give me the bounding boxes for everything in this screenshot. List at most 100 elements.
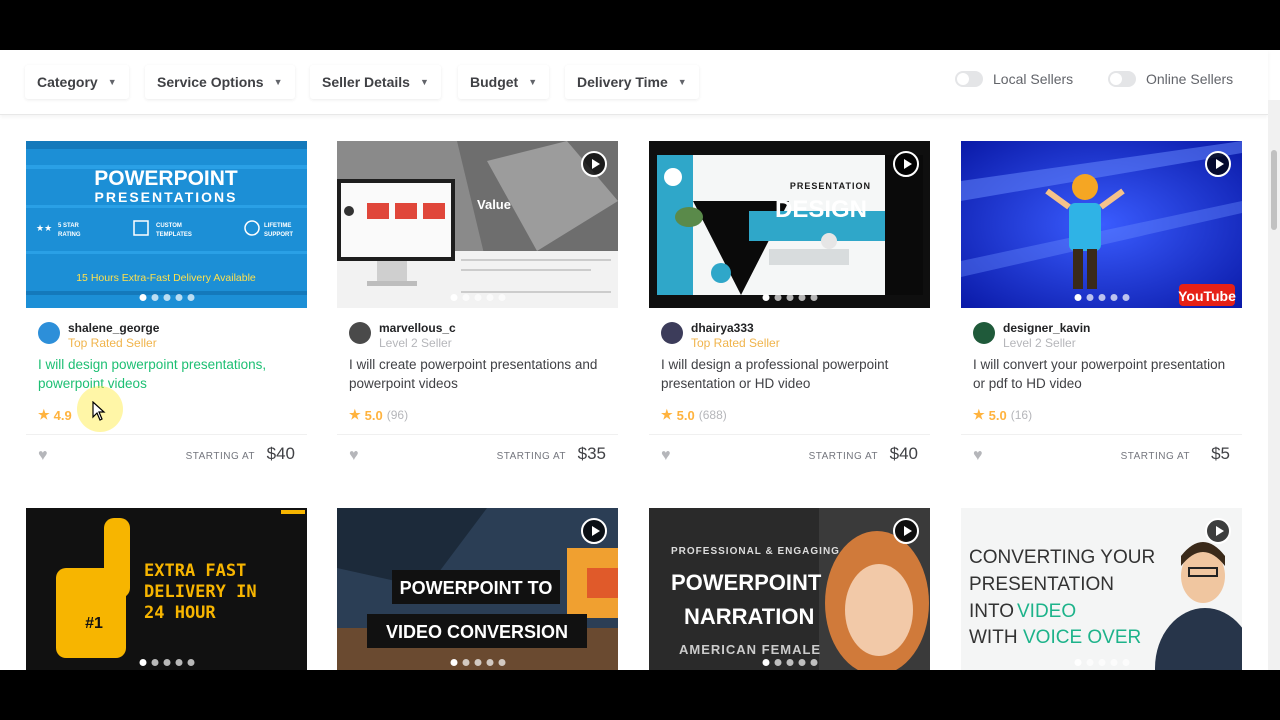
thumb-line3a: INTO [969,601,1014,622]
gig-thumbnail[interactable]: POWERPOINT TO VIDEO CONVERSION [337,508,618,670]
seller-name[interactable]: marvellous_c [379,321,456,336]
service-options-filter-label: Service Options [157,74,264,90]
online-sellers-switch[interactable] [1108,71,1136,87]
page-scrollbar[interactable] [1268,100,1280,670]
gig-thumbnail[interactable]: PRESENTATION DESIGN [649,141,930,308]
online-sellers-toggle[interactable]: Online Sellers [1108,71,1233,87]
gig-footer: ♥ STARTING AT $35 [337,434,618,473]
play-icon[interactable] [581,518,607,544]
gig-footer: ♥ STARTING AT $5 [961,434,1242,473]
carousel-dots[interactable] [1074,294,1129,301]
price: $5 [1211,444,1230,463]
svg-text:#1: #1 [85,615,103,632]
heart-icon[interactable]: ♥ [38,447,48,465]
star-icon: ★ [973,407,985,422]
avatar[interactable] [38,322,60,344]
seller-name[interactable]: designer_kavin [1003,321,1090,336]
review-count: (96) [386,408,409,422]
gig-title[interactable]: I will create powerpoint presentations a… [349,355,614,393]
seller-level: Level 2 Seller [379,336,452,350]
thumb-line3: 24 HOUR [144,603,216,623]
gig-title[interactable]: I will design a professional powerpoint … [661,355,926,393]
gig-footer: ♥ STARTING AT $40 [26,434,307,473]
carousel-dots[interactable] [1074,659,1129,666]
seller-name[interactable]: dhairya333 [691,321,780,336]
star-icon: ★ [38,407,50,422]
thumb-delivery-text: 15 Hours Extra-Fast Delivery Available [76,272,256,284]
service-options-filter[interactable]: Service Options ▼ [145,65,295,99]
gig-thumbnail[interactable]: YouTube [961,141,1242,308]
heart-icon[interactable]: ♥ [661,447,671,465]
gig-thumbnail[interactable]: PROFESSIONAL & ENGAGING POWERPOINT NARRA… [649,508,930,670]
thumb-feature-1b: RATING [58,232,81,238]
delivery-time-filter-label: Delivery Time [577,74,668,90]
play-icon[interactable] [1205,518,1231,544]
budget-filter[interactable]: Budget ▼ [458,65,550,99]
seller-details-filter-label: Seller Details [322,74,410,90]
thumbnail-graphic: #1 EXTRA FAST DELIVERY IN 24 HOUR [26,508,307,670]
carousel-dots[interactable] [139,659,194,666]
thumb-line2: PRESENTATION [969,574,1114,595]
gig-thumbnail[interactable]: #1 EXTRA FAST DELIVERY IN 24 HOUR [26,508,307,670]
gig-footer: ♥ STARTING AT $40 [649,434,930,473]
thumbnail-graphic: POWERPOINT PRESENTATIONS ★★ 5 STAR RATIN… [26,141,307,308]
thumb-big-text: DESIGN [775,196,867,223]
rating: ★ 5.0 (16) [973,407,1032,423]
star-icon: ★ [349,407,361,422]
rating-value: 4.9 [53,407,72,423]
thumb-kicker: PROFESSIONAL & ENGAGING [671,546,840,557]
local-sellers-switch[interactable] [955,71,983,87]
thumbnail-graphic: POWERPOINT TO VIDEO CONVERSION [337,508,618,670]
gig-title[interactable]: I will convert your powerpoint presentat… [973,355,1238,393]
chevron-down-icon: ▼ [107,77,117,87]
delivery-time-filter[interactable]: Delivery Time ▼ [565,65,699,99]
seller-name[interactable]: shalene_george [68,321,159,336]
seller-info: marvellous_c Level 2 Seller [349,321,456,351]
seller-level: Top Rated Seller [691,336,780,350]
category-filter[interactable]: Category ▼ [25,65,129,99]
filter-bar: Category ▼ Service Options ▼ Seller Deta… [0,50,1268,115]
price: $40 [889,444,918,463]
thumb-feature-3a: LIFETIME [264,223,291,229]
thumb-title2: PRESENTATIONS [95,189,238,205]
carousel-dots[interactable] [139,294,194,301]
rating-value: 5.0 [676,407,695,423]
gig-thumbnail[interactable]: POWERPOINT PRESENTATIONS ★★ 5 STAR RATIN… [26,141,307,308]
rating: ★ 5.0 (96) [349,407,408,423]
thumb-line3b: VIDEO [1017,601,1076,622]
play-icon[interactable] [581,151,607,177]
seller-details-filter[interactable]: Seller Details ▼ [310,65,441,99]
review-count: (688) [698,408,727,422]
thumbnail-graphic: Value [337,141,618,308]
heart-icon[interactable]: ♥ [349,447,359,465]
price: $35 [577,444,606,463]
gig-thumbnail[interactable]: CONVERTING YOUR PRESENTATION INTO VIDEO … [961,508,1242,670]
rating-value: 5.0 [988,407,1007,423]
carousel-dots[interactable] [762,294,817,301]
carousel-dots[interactable] [762,659,817,666]
avatar[interactable] [973,322,995,344]
local-sellers-label: Local Sellers [993,71,1074,87]
thumbnail-graphic: PROFESSIONAL & ENGAGING POWERPOINT NARRA… [649,508,930,670]
carousel-dots[interactable] [450,294,505,301]
price: $40 [266,444,295,463]
avatar[interactable] [661,322,683,344]
heart-icon[interactable]: ♥ [973,447,983,465]
scrollbar-thumb[interactable] [1271,150,1277,230]
gig-title[interactable]: I will design powerpoint presentations, … [38,355,303,393]
gig-thumbnail[interactable]: Value [337,141,618,308]
play-icon[interactable] [893,151,919,177]
thumb-feature-1a: 5 STAR [58,223,80,229]
play-icon[interactable] [893,518,919,544]
starting-at-label: STARTING AT [496,451,566,462]
play-icon[interactable] [1205,151,1231,177]
thumbnail-graphic: YouTube [961,141,1242,308]
seller-level: Level 2 Seller [1003,336,1076,350]
starting-at-label: STARTING AT [185,451,255,462]
carousel-dots[interactable] [450,659,505,666]
thumb-line4a: WITH [969,627,1018,648]
thumb-value-text: Value [477,197,511,212]
avatar[interactable] [349,322,371,344]
local-sellers-toggle[interactable]: Local Sellers [955,71,1073,87]
thumb-line4b: VOICE OVER [1023,627,1141,648]
